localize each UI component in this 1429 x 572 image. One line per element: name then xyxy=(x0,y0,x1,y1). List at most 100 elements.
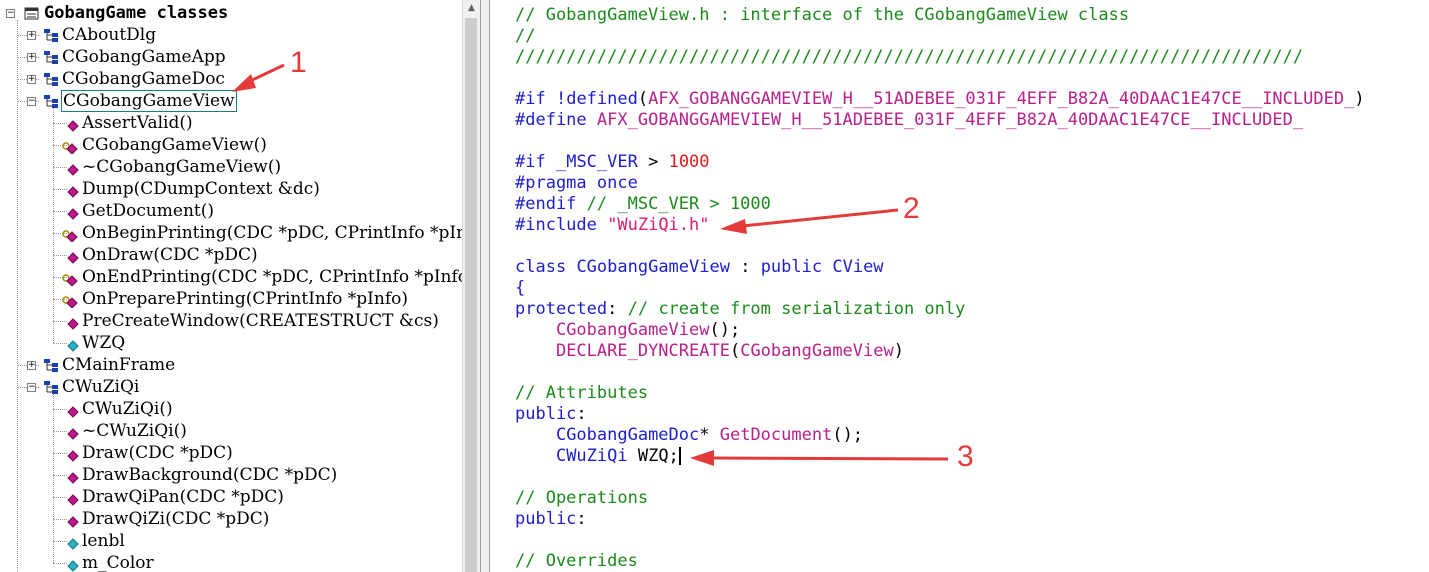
code-line[interactable]: public: xyxy=(515,509,587,530)
tree-member-item[interactable]: ~CGobangGameView() xyxy=(82,156,281,178)
tree-member-item[interactable]: DrawBackground(CDC *pDC) xyxy=(82,464,337,486)
method-icon xyxy=(67,447,79,462)
tree-member-item[interactable]: Draw(CDC *pDC) xyxy=(82,442,233,464)
code-line[interactable]: protected: // create from serialization … xyxy=(515,299,965,320)
code-line[interactable]: // xyxy=(515,26,535,47)
root-collapse-toggle[interactable]: − xyxy=(6,9,15,18)
tree-member-item[interactable]: OnDraw(CDC *pDC) xyxy=(82,244,258,266)
code-line[interactable]: #include "WuZiQi.h" xyxy=(515,215,710,236)
code-token: !defined xyxy=(555,89,638,109)
code-line[interactable]: DECLARE_DYNCREATE(CGobangGameView) xyxy=(515,341,904,362)
tree-class-cgobanggamedoc[interactable]: CGobangGameDoc xyxy=(62,68,225,90)
protected-method-icon xyxy=(62,293,78,309)
member-variable-icon xyxy=(67,557,79,572)
code-line[interactable]: CWuZiQi WZQ; xyxy=(515,446,681,467)
code-token: #include xyxy=(515,215,597,235)
tree-connector xyxy=(53,519,67,520)
code-line[interactable]: #define AFX_GOBANGGAMEVIEW_H__51ADEBEE_0… xyxy=(515,110,1303,131)
tree-member-item[interactable]: CGobangGameView() xyxy=(82,134,267,156)
tree-connector xyxy=(53,409,67,410)
code-editor[interactable]: // GobangGameView.h : interface of the C… xyxy=(491,0,1429,572)
scroll-up-arrow-icon[interactable]: ▲ xyxy=(463,0,480,17)
tree-member-item[interactable]: AssertValid() xyxy=(82,112,193,134)
code-line[interactable]: #if !defined(AFX_GOBANGGAMEVIEW_H__51ADE… xyxy=(515,89,1365,110)
tree-member-item[interactable]: ~CWuZiQi() xyxy=(82,420,187,442)
tree-root-label[interactable]: GobangGame classes xyxy=(44,2,228,24)
code-line[interactable]: #endif // _MSC_VER > 1000 xyxy=(515,194,771,215)
code-token: DECLARE_DYNCREATE xyxy=(555,341,730,361)
code-token: ) xyxy=(1354,89,1365,109)
code-token: protected xyxy=(515,299,608,319)
code-token: ( xyxy=(729,341,741,361)
tree-member-item[interactable]: OnEndPrinting(CDC *pDC, CPrintInfo *pInf… xyxy=(82,266,462,288)
code-token: WZQ; xyxy=(627,446,679,466)
collapse-toggle-cwuziqi[interactable]: − xyxy=(27,383,36,392)
code-token: #define xyxy=(515,110,587,130)
code-token: ) xyxy=(893,341,904,361)
code-token: AFX_GOBANGGAMEVIEW_H__51ADEBEE_031F_4EFF… xyxy=(648,89,1355,109)
expand-toggle-cmainframe[interactable]: + xyxy=(27,361,36,370)
tree-member-item[interactable]: DrawQiPan(CDC *pDC) xyxy=(82,486,284,508)
tree-member-item[interactable]: PreCreateWindow(CREATESTRUCT &cs) xyxy=(82,310,439,332)
code-token: // _MSC_VER > 1000 xyxy=(576,194,771,214)
protected-method-icon xyxy=(62,139,78,155)
method-icon xyxy=(67,469,79,484)
method-icon xyxy=(67,205,79,220)
expand-toggle-cgobanggamedoc[interactable]: + xyxy=(27,75,36,84)
class-view-tree[interactable]: − GobangGame classes + CAboutDlg + CGobangGam… xyxy=(0,0,462,572)
code-line[interactable]: CGobangGameView(); xyxy=(515,320,740,341)
expand-toggle-cgobanggameapp[interactable]: + xyxy=(27,53,36,62)
tree-class-cmainframe[interactable]: CMainFrame xyxy=(62,354,175,376)
code-line[interactable]: #if _MSC_VER > 1000 xyxy=(515,152,710,173)
tree-member-item[interactable]: m_Color xyxy=(82,552,154,572)
tree-member-item[interactable]: OnPreparePrinting(CPrintInfo *pInfo) xyxy=(82,288,408,310)
annotation-label-2: 2 xyxy=(903,192,920,225)
scroll-thumb[interactable] xyxy=(465,18,477,572)
collapse-toggle-cgobanggameview[interactable]: − xyxy=(27,97,36,106)
tree-connector xyxy=(17,20,18,572)
tree-connector xyxy=(53,453,67,454)
code-line[interactable]: // Attributes xyxy=(515,383,648,404)
tree-connector xyxy=(53,343,67,344)
tree-member-item[interactable]: lenbl xyxy=(82,530,125,552)
pane-splitter[interactable] xyxy=(480,0,490,572)
code-line[interactable]: ////////////////////////////////////////… xyxy=(515,47,1303,68)
tree-class-cwuziqi[interactable]: CWuZiQi xyxy=(62,376,139,398)
code-line[interactable]: public: xyxy=(515,404,587,425)
code-token: #if xyxy=(515,89,546,109)
tree-member-item[interactable]: Dump(CDumpContext &dc) xyxy=(82,178,320,200)
code-token: _MSC_VER xyxy=(555,152,638,172)
tree-class-cgobanggameapp[interactable]: CGobangGameApp xyxy=(62,46,226,68)
code-line[interactable]: class CGobangGameView : public CView xyxy=(515,257,884,278)
code-token: // xyxy=(515,26,536,46)
code-token: // GobangGameView.h : interface of the C… xyxy=(515,5,1130,25)
code-line[interactable]: #pragma once xyxy=(515,173,638,194)
code-token: public xyxy=(515,404,577,424)
code-line[interactable]: { xyxy=(515,278,525,299)
tree-member-item[interactable]: DrawQiZi(CDC *pDC) xyxy=(82,508,269,530)
tree-connector xyxy=(53,255,67,256)
tree-member-item[interactable]: WZQ xyxy=(82,332,125,354)
tree-member-item[interactable]: CWuZiQi() xyxy=(82,398,173,420)
class-icon xyxy=(44,50,58,64)
method-icon xyxy=(67,315,79,330)
tree-member-item[interactable]: OnBeginPrinting(CDC *pDC, CPrintInfo *pI… xyxy=(82,222,462,244)
code-line[interactable]: // GobangGameView.h : interface of the C… xyxy=(515,5,1129,26)
code-token: public xyxy=(760,257,823,277)
code-line[interactable]: CGobangGameDoc* GetDocument(); xyxy=(515,425,863,446)
code-token: // Operations xyxy=(515,488,649,508)
annotation-label-1: 1 xyxy=(290,46,307,79)
expand-toggle-caboutdlg[interactable]: + xyxy=(27,31,36,40)
code-line[interactable]: // Overrides xyxy=(515,551,638,572)
code-line[interactable]: // Operations xyxy=(515,488,648,509)
code-token: // create from serialization only xyxy=(627,299,966,319)
code-token: ////////////////////////////////////////… xyxy=(515,47,1304,67)
tree-class-cgobanggameview[interactable]: CGobangGameView xyxy=(61,90,237,112)
tree-member-item[interactable]: GetDocument() xyxy=(82,200,214,222)
tree-scrollbar[interactable]: ▲ xyxy=(462,0,480,572)
tree-class-caboutdlg[interactable]: CAboutDlg xyxy=(62,24,156,46)
